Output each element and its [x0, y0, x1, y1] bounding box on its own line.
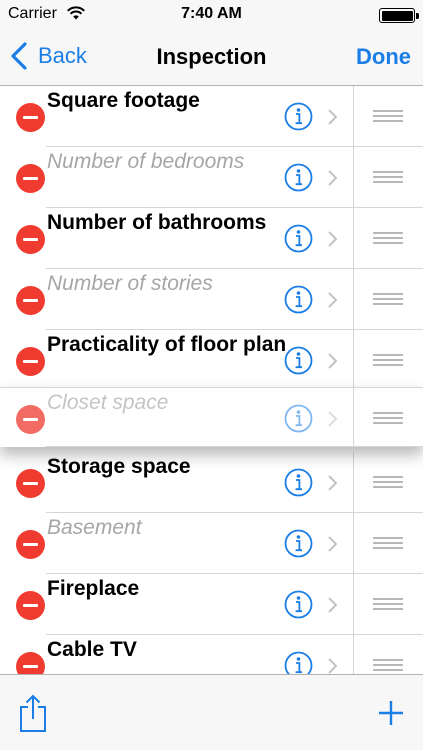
delete-button[interactable] — [16, 225, 45, 254]
chevron-right-icon — [328, 170, 338, 186]
info-icon[interactable] — [284, 163, 313, 192]
delete-button[interactable] — [16, 530, 45, 559]
row-divider — [353, 86, 354, 147]
chevron-right-icon — [328, 411, 338, 427]
row-label: Fireplace — [47, 577, 140, 600]
delete-button[interactable] — [16, 103, 45, 132]
back-button[interactable]: Back — [8, 40, 87, 72]
info-icon[interactable] — [284, 590, 313, 619]
list-row[interactable]: Cable TV — [0, 635, 423, 674]
chevron-right-icon — [328, 292, 338, 308]
list-row[interactable]: Practicality of floor plan — [0, 330, 423, 391]
delete-button[interactable] — [16, 347, 45, 376]
chevron-right-icon — [328, 109, 338, 125]
info-icon[interactable] — [284, 102, 313, 131]
list-row[interactable]: Basement — [0, 513, 423, 574]
chevron-right-icon — [328, 475, 338, 491]
list-row[interactable]: Fireplace — [0, 574, 423, 635]
chevron-right-icon — [328, 353, 338, 369]
list-row[interactable]: Number of bedrooms — [0, 147, 423, 208]
reorder-handle-icon[interactable] — [373, 476, 403, 488]
bottom-toolbar — [0, 674, 423, 750]
list-row[interactable]: Storage space — [0, 452, 423, 513]
delete-button[interactable] — [16, 164, 45, 193]
info-icon[interactable] — [284, 285, 313, 314]
chevron-right-icon — [328, 231, 338, 247]
reorder-handle-icon[interactable] — [373, 354, 403, 366]
row-divider — [353, 574, 354, 635]
row-label: Cable TV — [47, 638, 137, 661]
row-divider — [353, 388, 354, 447]
row-divider — [353, 269, 354, 330]
row-divider — [353, 513, 354, 574]
row-separator — [46, 446, 423, 447]
chevron-left-icon — [11, 42, 27, 70]
list-row[interactable]: Square footage — [0, 86, 423, 147]
share-icon[interactable] — [18, 693, 48, 733]
chevron-right-icon — [328, 597, 338, 613]
row-divider — [353, 147, 354, 208]
row-label: Practicality of floor plan — [47, 333, 287, 356]
delete-button[interactable] — [16, 286, 45, 315]
plus-icon[interactable] — [377, 699, 405, 727]
delete-button[interactable] — [16, 652, 45, 674]
row-divider — [353, 208, 354, 269]
info-icon[interactable] — [284, 404, 313, 433]
row-label: Number of bathrooms — [47, 211, 267, 234]
info-icon[interactable] — [284, 651, 313, 674]
row-label: Storage space — [47, 455, 191, 478]
delete-button[interactable] — [16, 591, 45, 620]
back-label: Back — [38, 43, 87, 68]
done-button[interactable]: Done — [356, 44, 411, 70]
info-icon[interactable] — [284, 224, 313, 253]
delete-button[interactable] — [16, 469, 45, 498]
info-icon[interactable] — [284, 529, 313, 558]
status-bar: Carrier 7:40 AM — [0, 0, 423, 30]
row-divider — [353, 635, 354, 674]
reorder-handle-icon[interactable] — [373, 659, 403, 671]
list-row[interactable]: Number of bathrooms — [0, 208, 423, 269]
row-divider — [353, 452, 354, 513]
battery-icon — [379, 8, 419, 23]
info-icon[interactable] — [284, 468, 313, 497]
dragging-row[interactable]: Closet space — [0, 387, 423, 447]
navigation-bar: Back Inspection Done — [0, 30, 423, 86]
row-divider — [353, 330, 354, 391]
list-row[interactable]: Number of stories — [0, 269, 423, 330]
reorder-handle-icon[interactable] — [373, 598, 403, 610]
row-label: Square footage — [47, 89, 200, 112]
reorder-handle-icon[interactable] — [373, 110, 403, 122]
status-time: 7:40 AM — [181, 5, 242, 22]
inspection-list[interactable]: Square footage Number of bedrooms Number… — [0, 86, 423, 674]
reorder-handle-icon[interactable] — [373, 232, 403, 244]
row-label: Closet space — [47, 391, 169, 414]
reorder-handle-icon[interactable] — [373, 412, 403, 424]
chevron-right-icon — [328, 658, 338, 674]
chevron-right-icon — [328, 536, 338, 552]
delete-button[interactable] — [16, 405, 45, 434]
row-label: Basement — [47, 516, 142, 539]
row-label: Number of stories — [47, 272, 213, 295]
row-label: Number of bedrooms — [47, 150, 245, 173]
reorder-handle-icon[interactable] — [373, 293, 403, 305]
reorder-handle-icon[interactable] — [373, 537, 403, 549]
reorder-handle-icon[interactable] — [373, 171, 403, 183]
info-icon[interactable] — [284, 346, 313, 375]
